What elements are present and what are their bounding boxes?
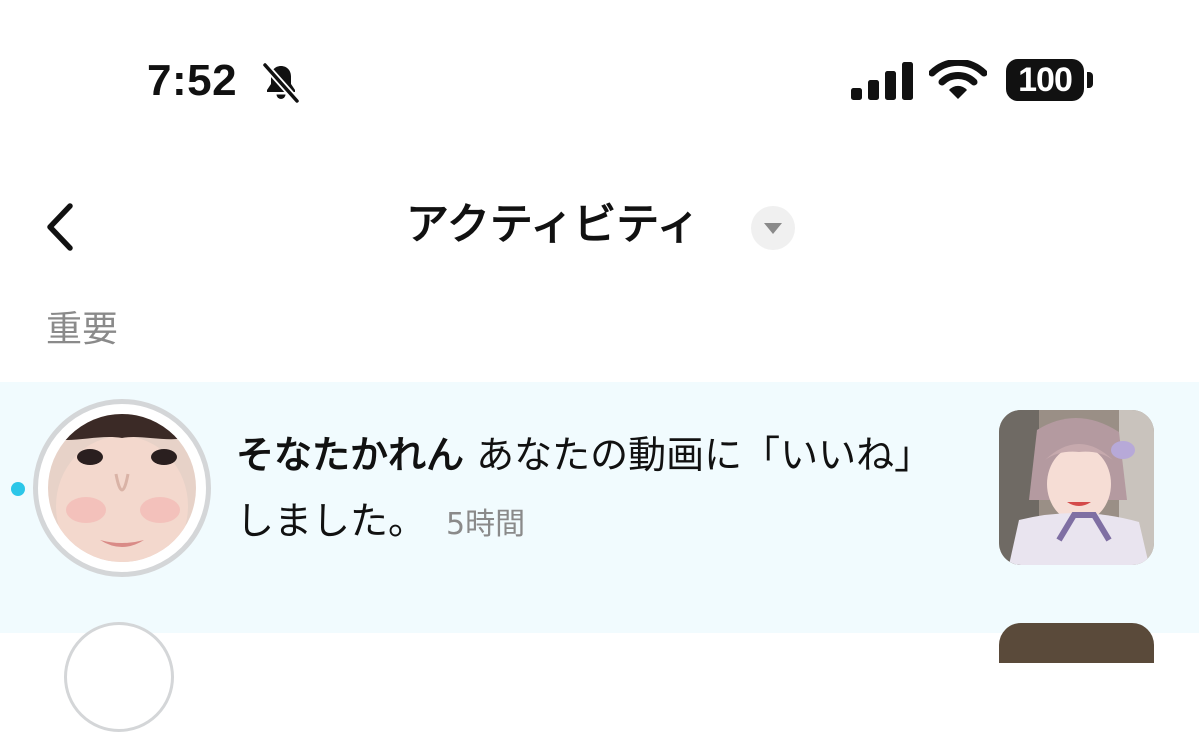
- video-thumbnail[interactable]: [999, 410, 1154, 565]
- notification-text-line1: そなたかれん あなたの動画に「いいね」: [236, 430, 932, 480]
- status-time: 7:52: [147, 56, 238, 105]
- notification-text-line2: しました。 5時間: [236, 496, 525, 550]
- bell-slash-icon: [262, 62, 300, 104]
- notification-time: 5時間: [446, 507, 526, 542]
- notification-message-cont: しました。: [236, 499, 427, 543]
- activity-filter-dropdown[interactable]: [751, 206, 795, 250]
- notification-message: あなたの動画に「いいね」: [464, 433, 933, 477]
- chevron-left-icon[interactable]: [40, 200, 80, 254]
- page-title[interactable]: アクティビティ: [406, 198, 700, 252]
- next-notification-thumbnail[interactable]: [999, 623, 1154, 663]
- next-notification-avatar[interactable]: [64, 622, 174, 732]
- battery-indicator: 100: [1006, 59, 1084, 101]
- wifi-icon: [929, 60, 987, 99]
- triangle-down-icon: [764, 223, 782, 234]
- section-label-important: 重要: [46, 309, 119, 350]
- notification-username[interactable]: そなたかれん: [236, 433, 464, 477]
- unread-indicator: [11, 482, 25, 496]
- battery-tip: [1087, 72, 1093, 88]
- avatar[interactable]: [48, 414, 196, 562]
- cellular-signal-icon: [851, 62, 913, 100]
